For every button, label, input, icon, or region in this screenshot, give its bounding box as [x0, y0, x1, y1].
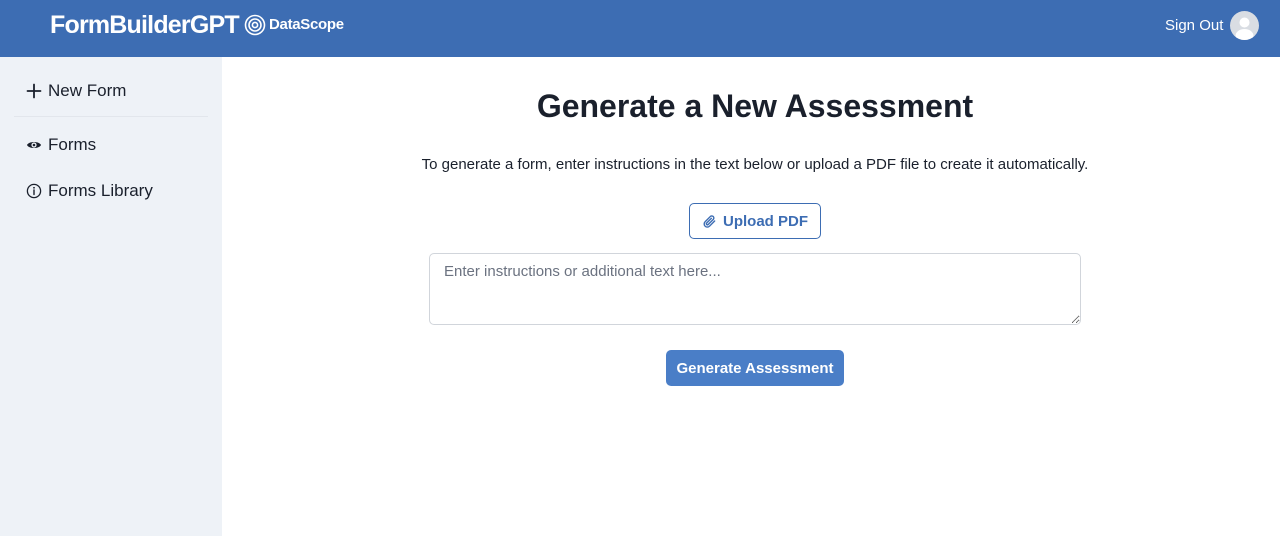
- paperclip-icon: [703, 214, 716, 228]
- sidebar-item-new-form[interactable]: New Form: [26, 80, 126, 102]
- sidebar-item-forms-library[interactable]: Forms Library: [26, 180, 153, 202]
- generate-assessment-button[interactable]: Generate Assessment: [666, 350, 844, 386]
- app-title[interactable]: FormBuilderGPT: [50, 10, 240, 40]
- sign-out-button[interactable]: Sign Out: [1165, 16, 1223, 36]
- datascope-logo-icon: [244, 14, 266, 36]
- page-title: Generate a New Assessment: [536, 88, 974, 124]
- sidebar-item-label: Forms Library: [48, 181, 153, 200]
- sidebar-divider: [14, 116, 208, 117]
- info-icon: [26, 183, 42, 199]
- page-description: To generate a form, enter instructions i…: [421, 156, 1089, 173]
- sidebar-item-label: Forms: [48, 135, 97, 154]
- sidebar-item-label: New Form: [48, 81, 127, 100]
- brand-logo: DataScope: [244, 14, 344, 36]
- eye-icon: [26, 137, 42, 153]
- avatar-silhouette-icon: [1235, 17, 1254, 40]
- upload-pdf-label: Upload PDF: [723, 212, 808, 230]
- main-content: Generate a New Assessment To generate a …: [222, 57, 1280, 536]
- brand-name: DataScope: [269, 16, 344, 33]
- user-avatar-icon[interactable]: [1230, 11, 1259, 40]
- upload-pdf-button[interactable]: Upload PDF: [689, 203, 821, 239]
- sidebar-item-forms[interactable]: Forms: [26, 134, 96, 156]
- instructions-input[interactable]: [429, 253, 1081, 325]
- plus-icon: [26, 83, 42, 99]
- sidebar: New Form Forms Forms Library: [0, 57, 222, 536]
- top-bar: FormBuilderGPT DataScope Sign Out: [0, 0, 1280, 57]
